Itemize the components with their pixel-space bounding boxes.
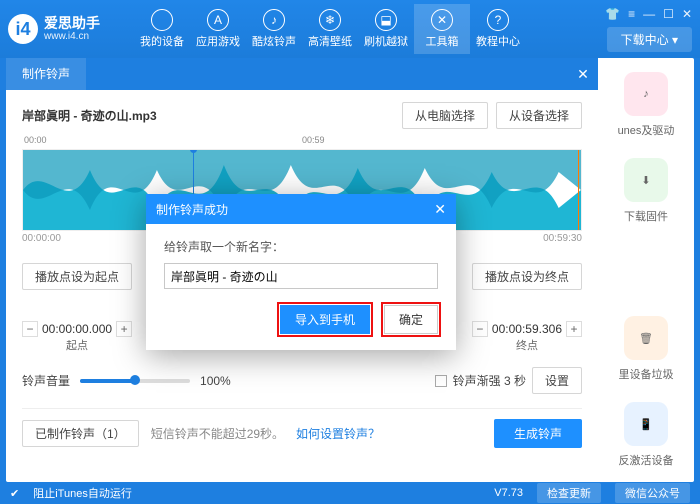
- modal-prompt: 给铃声取一个新名字：: [164, 238, 438, 255]
- ok-button[interactable]: 确定: [384, 305, 438, 334]
- modal-title: 制作铃声成功: [156, 201, 228, 218]
- modal-close-icon[interactable]: ✕: [434, 201, 446, 218]
- success-modal: 制作铃声成功 ✕ 给铃声取一个新名字： 导入到手机 确定: [146, 194, 456, 350]
- modal-header: 制作铃声成功 ✕: [146, 194, 456, 224]
- modal-overlay: 制作铃声成功 ✕ 给铃声取一个新名字： 导入到手机 确定: [0, 0, 700, 504]
- ringtone-name-input[interactable]: [164, 263, 438, 289]
- import-to-phone-button[interactable]: 导入到手机: [280, 305, 370, 334]
